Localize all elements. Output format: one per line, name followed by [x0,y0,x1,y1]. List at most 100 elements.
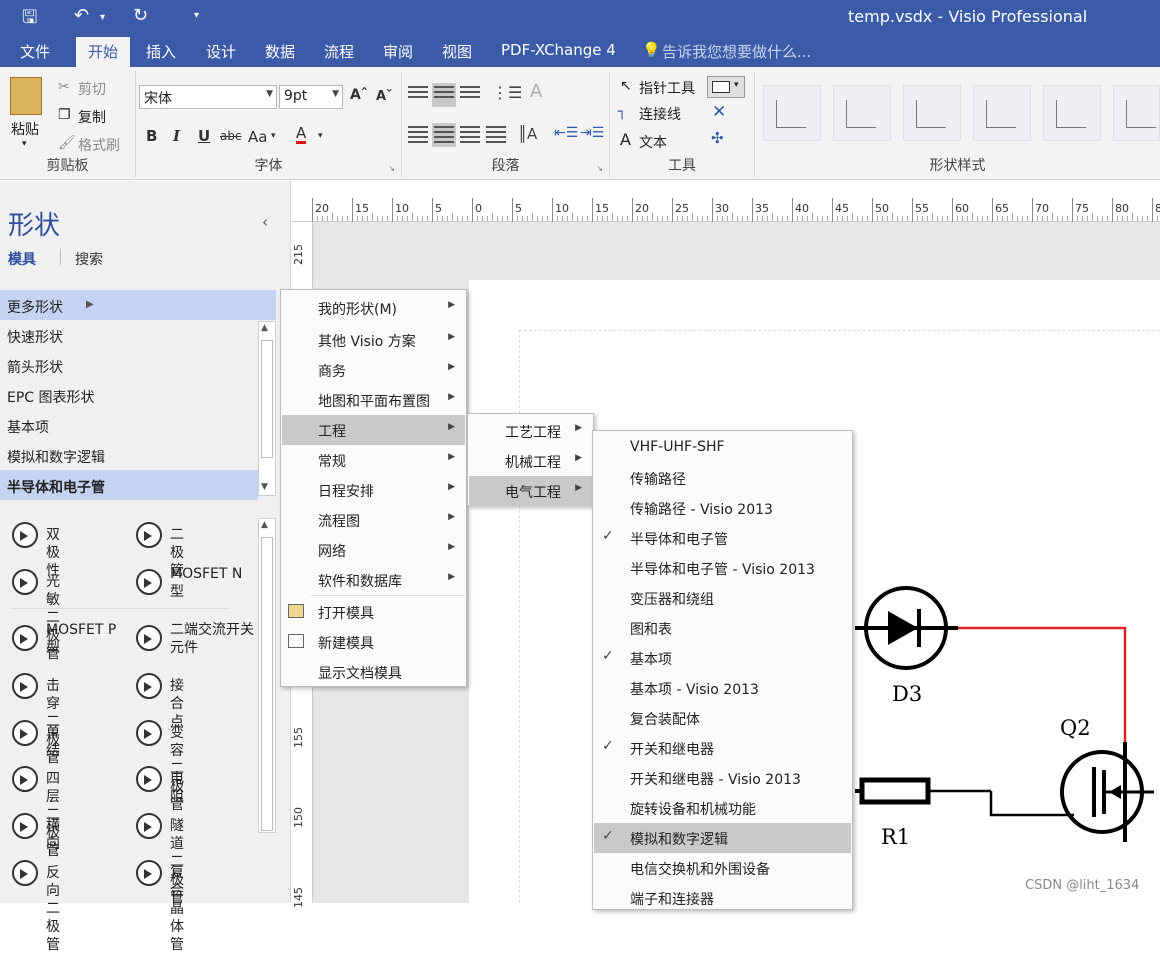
stencil-item[interactable]: EPC 图表形状 [0,380,258,410]
tell-me-input[interactable]: 告诉我您想要做什么... [662,41,811,62]
shape-palette-scrollbar[interactable]: ▲ [258,518,276,833]
shrink-font-icon[interactable]: Aˇ [376,89,393,104]
menu-item-stencil[interactable]: 开关和继电器 - Visio 2013 [594,763,851,793]
menu-item-schedule[interactable]: 日程安排 ▶ [282,475,465,505]
dialog-launcher-icon[interactable]: ↘ [596,164,603,173]
font-family-select[interactable]: 宋体 ▼ [139,85,277,109]
stencil-item[interactable]: 箭头形状 [0,350,258,380]
pointer-tool-button[interactable]: 指针工具 [639,78,695,98]
menu-item-stencil[interactable]: ✓ 开关和继电器 [594,733,851,763]
text-tool-button[interactable]: 文本 [639,132,667,152]
format-painter-button[interactable]: 格式刷 [78,135,120,155]
font-size-select[interactable]: 9pt ▼ [279,85,343,109]
menu-item-document-stencil[interactable]: 显示文档模具 [282,657,465,687]
menu-item-stencil[interactable]: VHF-UHF-SHF [594,433,851,463]
menu-item-stencil[interactable]: 复合装配体 [594,703,851,733]
tab-review[interactable]: 审阅 [383,41,413,62]
align-center-icon[interactable] [432,123,456,147]
connection-point-icon[interactable]: ✣ [711,129,724,147]
paste-dropdown-icon[interactable]: ▾ [22,139,27,149]
menu-item-open-stencil[interactable]: 打开模具 [282,597,465,627]
menu-item-stencil[interactable]: 图和表 [594,613,851,643]
stencil-item[interactable]: 模拟和数字逻辑 [0,440,258,470]
chevron-down-icon[interactable]: ▾ [271,131,276,141]
menu-item-stencil[interactable]: 传输路径 [594,463,851,493]
resistor-r1[interactable] [855,777,1074,817]
cut-button[interactable]: 剪切 [78,79,106,99]
align-top-icon[interactable] [406,83,430,107]
change-case-icon[interactable]: Aa [248,128,267,146]
italic-icon[interactable]: I [173,127,180,145]
menu-item-electrical-engineering[interactable]: 电气工程 ▶ [469,476,592,506]
stencil-item[interactable]: 基本项 [0,410,258,440]
customize-qat-icon[interactable]: ▾ [194,10,199,21]
diode-d3[interactable] [855,586,958,670]
menu-item-my-shapes[interactable]: 我的形状(M) ▶ [282,293,465,323]
paste-button[interactable]: 粘贴 [11,119,39,139]
menu-item-business[interactable]: 商务 ▶ [282,355,465,385]
close-x-icon[interactable]: ✕ [712,102,726,122]
decrease-indent-icon[interactable]: ⇤☰ [554,125,578,141]
menu-item-stencil[interactable]: ✓ 半导体和电子管 [594,523,851,553]
shape-style-thumbnail[interactable] [1113,85,1160,141]
menu-item-stencil[interactable]: 变压器和绕组 [594,583,851,613]
menu-item-general[interactable]: 常规 ▶ [282,445,465,475]
menu-item-mechanical-engineering[interactable]: 机械工程 ▶ [469,446,592,476]
transistor-q2[interactable] [1060,742,1154,842]
menu-item-stencil-highlighted[interactable]: ✓ 模拟和数字逻辑 [594,823,851,853]
align-right-icon[interactable] [458,123,482,147]
undo-dropdown-icon[interactable]: ▾ [100,12,105,23]
align-bottom-icon[interactable] [458,83,482,107]
shape-style-thumbnail[interactable] [763,85,821,141]
menu-item-network[interactable]: 网络 ▶ [282,535,465,565]
menu-item-stencil[interactable]: ✓ 基本项 [594,643,851,673]
more-shapes-item[interactable]: 更多形状 ▶ [0,290,276,320]
menu-item-software-db[interactable]: 软件和数据库 ▶ [282,565,465,595]
scrollbar-thumb[interactable] [261,340,273,458]
tab-home[interactable]: 开始 [76,37,131,67]
copy-button[interactable]: 复制 [78,107,106,127]
menu-item-new-stencil[interactable]: 新建模具 [282,627,465,657]
tab-pdf-xchange[interactable]: PDF-XChange 4 [501,41,616,59]
stencil-item[interactable]: 快速形状 [0,320,258,350]
tab-stencils[interactable]: 模具 [8,249,36,269]
tab-insert[interactable]: 插入 [146,41,176,62]
stencil-list-scrollbar[interactable]: ▲ ▼ [258,321,276,496]
menu-item-maps[interactable]: 地图和平面布置图 ▶ [282,385,465,415]
shape-style-thumbnail[interactable] [973,85,1031,141]
tab-file[interactable]: 文件 [20,41,50,62]
scrollbar-thumb[interactable] [261,537,273,831]
bold-icon[interactable]: B [146,127,157,145]
menu-item-flowchart[interactable]: 流程图 ▶ [282,505,465,535]
dialog-launcher-icon[interactable]: ↘ [388,164,395,173]
shape-style-thumbnail[interactable] [1043,85,1101,141]
align-left-icon[interactable] [406,123,430,147]
undo-icon[interactable]: ↶ [74,5,89,26]
menu-item-stencil[interactable]: 基本项 - Visio 2013 [594,673,851,703]
justify-icon[interactable] [484,123,508,147]
align-middle-icon[interactable] [432,83,456,107]
stencil-item-selected[interactable]: 半导体和电子管 [0,470,258,500]
menu-item-stencil[interactable]: 电信交换机和外围设备 [594,853,851,883]
shape-style-thumbnail[interactable] [903,85,961,141]
tab-view[interactable]: 视图 [442,41,472,62]
menu-item-stencil[interactable]: 半导体和电子管 - Visio 2013 [594,553,851,583]
redo-icon[interactable]: ↻ [133,5,148,26]
collapse-pane-icon[interactable]: ‹ [262,213,268,231]
tab-design[interactable]: 设计 [206,41,236,62]
menu-item-stencil[interactable]: 传输路径 - Visio 2013 [594,493,851,523]
underline-icon[interactable]: U [198,127,210,145]
menu-item-other-visio[interactable]: 其他 Visio 方案 ▶ [282,325,465,355]
vertical-text-icon[interactable]: ║A [518,125,537,143]
chevron-down-icon[interactable]: ▾ [318,131,323,141]
menu-item-stencil[interactable]: 旋转设备和机械功能 [594,793,851,823]
paste-icon[interactable] [10,77,42,115]
text-direction-icon[interactable]: A [530,81,542,102]
shape-style-thumbnail[interactable] [833,85,891,141]
increase-indent-icon[interactable]: ⇥☰ [580,125,604,141]
tab-data[interactable]: 数据 [265,41,295,62]
connector-button[interactable]: 连接线 [639,104,681,124]
save-icon[interactable]: 🖫 [22,5,37,35]
menu-item-engineering[interactable]: 工程 ▶ [282,415,465,445]
tab-process[interactable]: 流程 [324,41,354,62]
